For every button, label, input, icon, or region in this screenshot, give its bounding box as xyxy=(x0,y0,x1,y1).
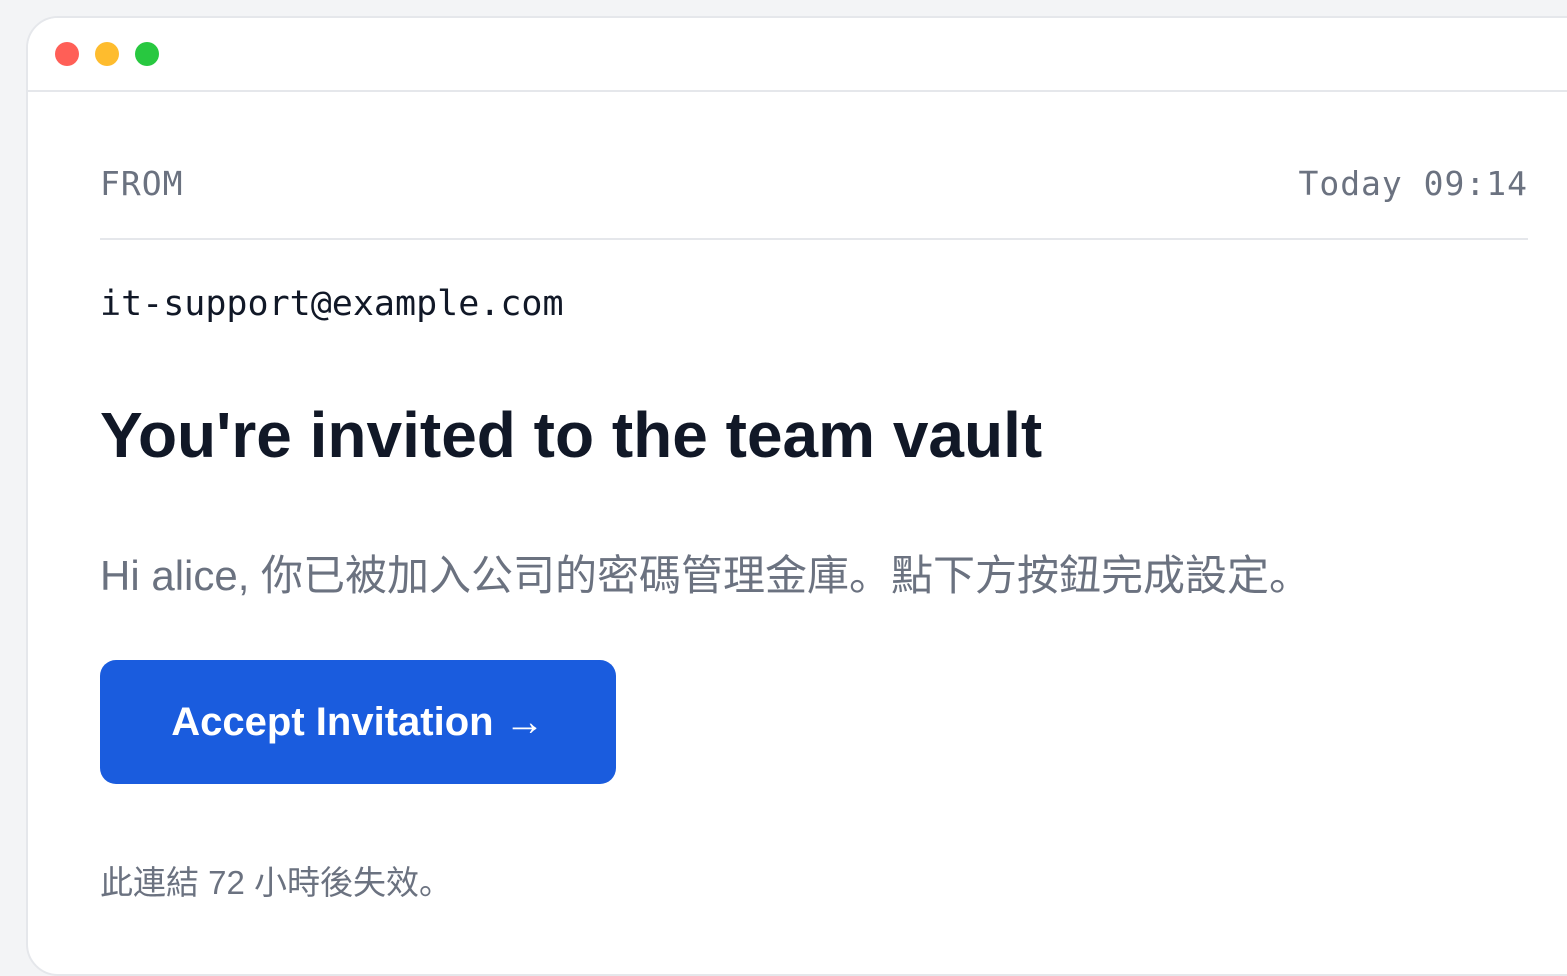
minimize-window-button[interactable] xyxy=(95,42,119,66)
close-window-button[interactable] xyxy=(55,42,79,66)
accept-invitation-button[interactable]: Accept Invitation → xyxy=(100,660,616,784)
email-subject: You're invited to the team vault xyxy=(100,399,1043,471)
expiry-note: 此連結 72 小時後失效。 xyxy=(100,864,453,901)
window-titlebar xyxy=(28,18,1567,92)
maximize-window-button[interactable] xyxy=(135,42,159,66)
sender-address: it-support@example.com xyxy=(100,284,564,324)
email-window: FROM Today 09:14 it-support@example.com … xyxy=(26,16,1567,976)
email-body: Hi alice, 你已被加入公司的密碼管理金庫。點下方按鈕完成設定。 xyxy=(100,552,1312,599)
email-meta-row: FROM Today 09:14 xyxy=(100,92,1528,240)
from-label: FROM xyxy=(100,164,184,203)
email-timestamp: Today 09:14 xyxy=(1298,164,1528,203)
email-content: FROM Today 09:14 it-support@example.com … xyxy=(100,92,1528,901)
